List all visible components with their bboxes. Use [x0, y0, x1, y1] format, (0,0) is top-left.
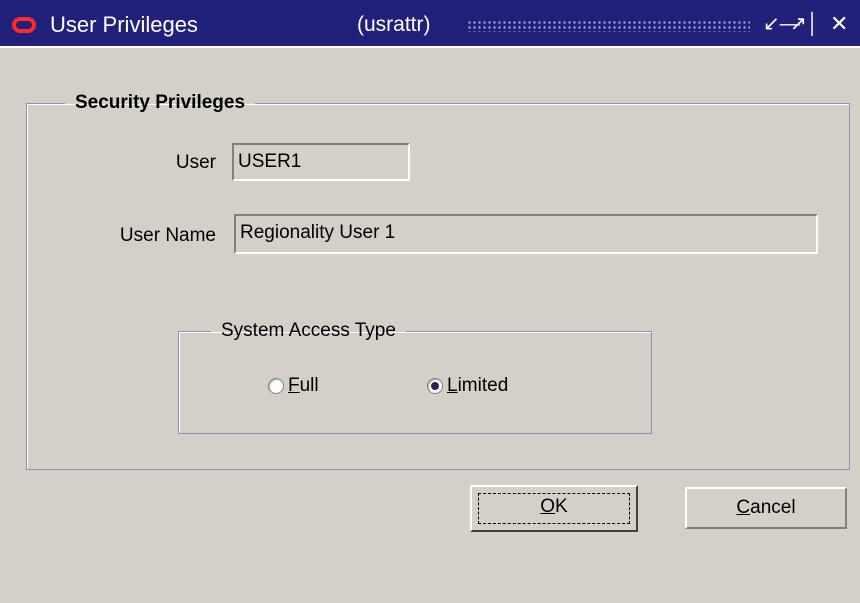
form-code: (usrattr) — [357, 13, 431, 36]
window-title: User Privileges — [50, 12, 198, 37]
system-access-type-group: System Access Type — [178, 320, 652, 434]
cancel-button-label: Cancel — [736, 497, 796, 518]
oracle-app-icon[interactable] — [12, 17, 36, 33]
radio-limited-circle[interactable] — [427, 378, 443, 394]
user-name-label: User Name — [119, 225, 216, 246]
system-access-type-legend: System Access Type — [221, 320, 396, 341]
radio-limited[interactable]: Limited — [427, 375, 508, 397]
security-privileges-legend: Security Privileges — [75, 92, 246, 113]
user-label: User — [175, 152, 216, 173]
radio-full[interactable]: Full — [268, 375, 319, 397]
maximize-icon[interactable]: ↗│ — [790, 13, 819, 35]
titlebar-divider — [0, 46, 860, 48]
radio-full-label: Full — [288, 375, 319, 396]
ok-focus-rect — [478, 493, 630, 524]
radio-limited-label: Limited — [447, 375, 509, 396]
window-titlebar[interactable]: User Privileges (usrattr) ↙― ↗│ ✕ — [0, 0, 860, 46]
titlebar-grip — [467, 20, 750, 32]
radio-full-circle[interactable] — [268, 378, 284, 394]
user-name-field[interactable]: Regionality User 1 — [234, 214, 818, 254]
cancel-button[interactable]: Cancel — [685, 487, 847, 529]
user-field[interactable]: USER1 — [232, 143, 410, 181]
close-icon[interactable]: ✕ — [830, 13, 848, 35]
ok-button[interactable]: OK — [470, 485, 638, 532]
